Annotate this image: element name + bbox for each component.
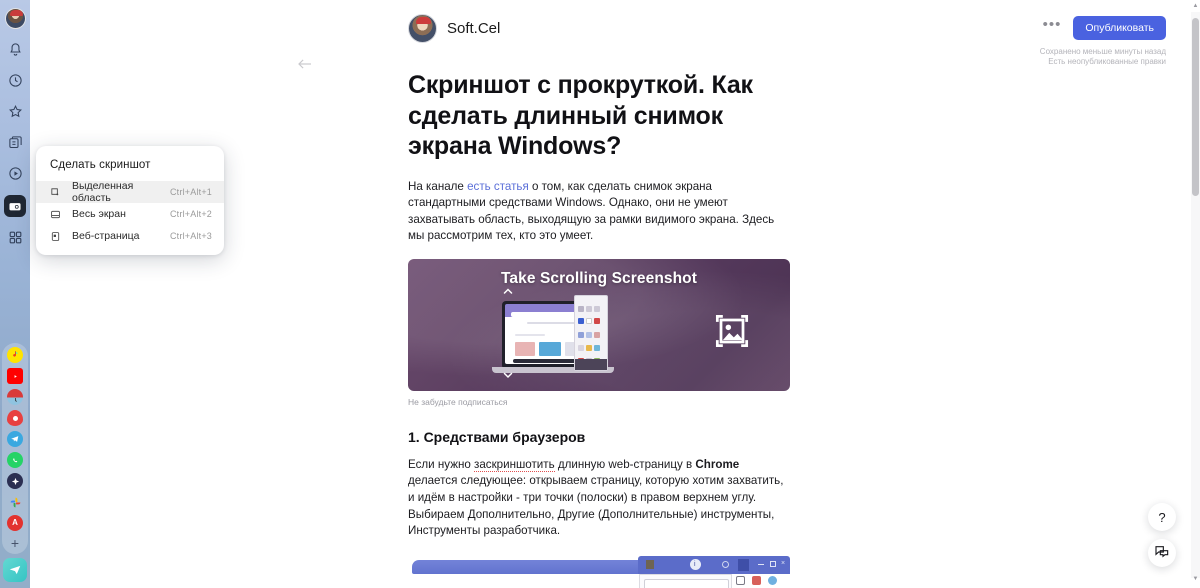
add-app-button[interactable]: + bbox=[7, 536, 23, 550]
scroll-up-icon[interactable]: ▲ bbox=[1192, 3, 1199, 9]
profile-icon[interactable] bbox=[768, 575, 777, 585]
editor-header: Soft.Cel ••• Опубликовать Сохранено мень… bbox=[0, 0, 1200, 66]
clock-icon bbox=[4, 70, 26, 92]
article-banner-image[interactable]: Take Scrolling Screenshot bbox=[408, 258, 790, 391]
banner-title: Take Scrolling Screenshot bbox=[500, 269, 698, 287]
whatsapp-icon[interactable] bbox=[7, 452, 23, 468]
webpage-icon bbox=[50, 231, 66, 242]
alice-icon[interactable]: A bbox=[7, 515, 23, 531]
chevron-up-icon bbox=[498, 285, 518, 299]
screenshot-menu-title: Сделать скриншот bbox=[50, 159, 151, 171]
section-text-1: Если нужно bbox=[408, 457, 475, 471]
sidebar-item-bookmarks[interactable] bbox=[0, 101, 30, 122]
banner-caption[interactable]: Не забудьте подписаться bbox=[408, 397, 790, 407]
play-circle-icon bbox=[4, 163, 26, 185]
section-heading[interactable]: 1. Средствами браузеров bbox=[408, 429, 790, 445]
menu-item-label: Веб-страница bbox=[72, 230, 140, 242]
screenshot-menu: Сделать скриншот Выделенная область Ctrl… bbox=[36, 146, 224, 255]
scrollbar-thumb[interactable] bbox=[1192, 18, 1199, 196]
menu-item-shortcut: Ctrl+Alt+1 bbox=[169, 187, 212, 197]
browser-menu-mock: − 100 % + Режим инкогнито Ctrl+Shift+N bbox=[639, 573, 732, 588]
extension-icon[interactable] bbox=[736, 575, 745, 585]
back-arrow-icon[interactable] bbox=[296, 55, 314, 73]
article-body: Скриншот с прокруткой. Как сделать длинн… bbox=[408, 70, 790, 588]
photos-icon[interactable] bbox=[7, 494, 23, 510]
intro-text-before: На канале bbox=[408, 179, 468, 193]
chat-button[interactable] bbox=[1148, 539, 1176, 567]
bold-word: Chrome bbox=[695, 457, 740, 471]
menu-item-label: Выделенная область bbox=[72, 180, 134, 204]
menu-item-label: Весь экран bbox=[72, 208, 126, 220]
launcher-icon[interactable] bbox=[3, 558, 27, 582]
sidebar-avatar[interactable] bbox=[4, 8, 26, 29]
chat-icon bbox=[1154, 543, 1170, 564]
browser-window: A + Сделать скриншот Выделенная область … bbox=[0, 0, 1200, 588]
menu-item-shortcut: Ctrl+Alt+3 bbox=[169, 231, 212, 241]
sidebar-item-history[interactable] bbox=[0, 70, 30, 91]
author-block[interactable]: Soft.Cel bbox=[408, 14, 500, 43]
chevron-down-icon bbox=[498, 369, 518, 383]
menu-item-shortcut: Ctrl+Alt+2 bbox=[169, 209, 212, 219]
section-text-2: длинную web-страницу в bbox=[554, 457, 696, 471]
grid-icon bbox=[4, 227, 26, 249]
map-pin-icon[interactable] bbox=[7, 410, 23, 426]
intro-paragraph[interactable]: На канале есть статья о том, как сделать… bbox=[408, 179, 790, 245]
header-actions: ••• Опубликовать bbox=[1040, 16, 1166, 40]
sidebar-item-screenshot[interactable] bbox=[0, 194, 30, 217]
menu-item-selected-area[interactable]: Выделенная область Ctrl+Alt+1 bbox=[36, 180, 224, 204]
sidebar-item-collections[interactable] bbox=[0, 132, 30, 153]
browser-screenshot-image[interactable]: i × − 100 % + Режим инкогнито Ctrl+Shift… bbox=[408, 554, 790, 588]
telegram-icon[interactable] bbox=[7, 431, 23, 447]
browser-tabstrip-mock: i × bbox=[638, 555, 790, 574]
search-input[interactable] bbox=[644, 578, 729, 588]
save-status-line-2: Есть неопубликованные правки bbox=[1048, 57, 1166, 66]
more-options-button[interactable]: ••• bbox=[1043, 17, 1062, 35]
star-badge-icon[interactable] bbox=[7, 473, 23, 489]
header-right: ••• Опубликовать Сохранено меньше минуты… bbox=[1040, 16, 1166, 67]
page-title[interactable]: Скриншот с прокруткой. Как сделать длинн… bbox=[408, 70, 790, 162]
fullscreen-icon bbox=[50, 209, 66, 220]
sidebar-app-dock: A + bbox=[2, 343, 28, 554]
scroll-down-icon[interactable]: ▼ bbox=[1192, 576, 1199, 582]
weather-icon[interactable] bbox=[7, 389, 23, 405]
camera-icon bbox=[4, 194, 26, 217]
save-status-line-1: Сохранено меньше минуты назад bbox=[1039, 47, 1166, 56]
menu-item-web-page[interactable]: Веб-страница Ctrl+Alt+3 bbox=[36, 225, 224, 247]
bookmarks-bar-mock: Другие закладки bbox=[736, 575, 790, 588]
crop-region-icon bbox=[50, 187, 66, 198]
section-text-3: делается следующее: открываем страницу, … bbox=[408, 474, 784, 538]
sidebar-item-notifications[interactable] bbox=[0, 39, 30, 60]
article-link[interactable]: есть статья bbox=[467, 180, 529, 193]
publish-button[interactable]: Опубликовать bbox=[1073, 16, 1166, 40]
tiktok-icon[interactable] bbox=[7, 347, 23, 363]
menu-item-full-screen[interactable]: Весь экран Ctrl+Alt+2 bbox=[36, 203, 224, 225]
avatar bbox=[408, 14, 437, 43]
author-name: Soft.Cel bbox=[447, 20, 501, 37]
youtube-icon[interactable] bbox=[7, 368, 23, 384]
section-paragraph[interactable]: Если нужно заскриншотить длинную web-стр… bbox=[408, 457, 790, 540]
help-label: ? bbox=[1158, 509, 1166, 525]
star-icon bbox=[4, 101, 26, 123]
image-placeholder-icon bbox=[710, 309, 754, 353]
collections-icon bbox=[4, 132, 26, 154]
sidebar-item-video[interactable] bbox=[0, 163, 30, 184]
sidebar-item-apps[interactable] bbox=[0, 227, 30, 248]
left-sidebar: A + bbox=[0, 0, 30, 588]
help-button[interactable]: ? bbox=[1148, 503, 1176, 531]
misspelled-word[interactable]: заскриншотить bbox=[474, 457, 555, 472]
extension-icon[interactable] bbox=[752, 575, 761, 585]
bell-icon bbox=[4, 39, 26, 61]
popup-panel-illustration bbox=[574, 294, 608, 371]
